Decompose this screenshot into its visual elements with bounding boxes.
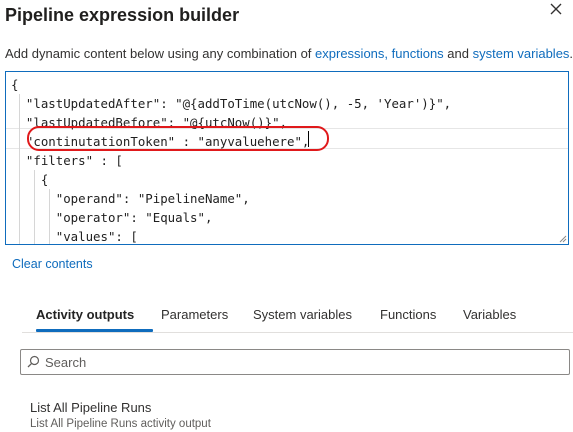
code-line: "continutationToken" : "anyvaluehere",	[11, 134, 310, 149]
tab-parameters[interactable]: Parameters	[161, 307, 228, 322]
search-box[interactable]	[20, 349, 570, 375]
resize-grip-icon[interactable]	[558, 234, 567, 243]
clear-contents-link[interactable]: Clear contents	[12, 257, 93, 271]
code-line: "filters" : [	[11, 153, 123, 168]
page-title: Pipeline expression builder	[5, 5, 240, 25]
text-caret	[308, 131, 309, 147]
tab-activity-outputs[interactable]: Activity outputs	[36, 307, 134, 322]
close-icon[interactable]	[549, 2, 563, 16]
code-line: "values": [	[11, 229, 138, 244]
tab-variables[interactable]: Variables	[463, 307, 516, 322]
code-line: {	[11, 172, 49, 187]
code-line: "lastUpdatedBefore": "@{utcNow()}",	[11, 115, 288, 130]
code-line: "operand": "PipelineName",	[11, 191, 250, 206]
tab-system-variables[interactable]: System variables	[253, 307, 352, 322]
system-variables-link[interactable]: system variables	[473, 46, 570, 61]
list-item-title[interactable]: List All Pipeline Runs	[30, 400, 151, 415]
expression-builder-panel: Pipeline expression builder Add dynamic …	[0, 0, 573, 432]
description-prefix: Add dynamic content below using any comb…	[5, 46, 316, 61]
functions-link[interactable]: functions	[392, 46, 444, 61]
expression-editor[interactable]: { "lastUpdatedAfter": "@{addToTime(utcNo…	[5, 71, 569, 245]
search-icon	[27, 355, 40, 368]
list-item-subtitle: List All Pipeline Runs activity output	[30, 418, 211, 430]
expressions-link[interactable]: expressions,	[315, 46, 388, 61]
tab-functions[interactable]: Functions	[380, 307, 436, 322]
code-line: "lastUpdatedAfter": "@{addToTime(utcNow(…	[11, 96, 452, 111]
search-input[interactable]	[45, 353, 545, 371]
tab-list: Activity outputs Parameters System varia…	[22, 300, 573, 333]
tabs-divider	[22, 332, 573, 333]
description-text: Add dynamic content below using any comb…	[5, 46, 573, 61]
description-middle: and	[443, 46, 473, 61]
code-line: "operator": "Equals",	[11, 210, 213, 225]
description-suffix: .	[569, 46, 573, 61]
code-line: {	[11, 77, 19, 92]
